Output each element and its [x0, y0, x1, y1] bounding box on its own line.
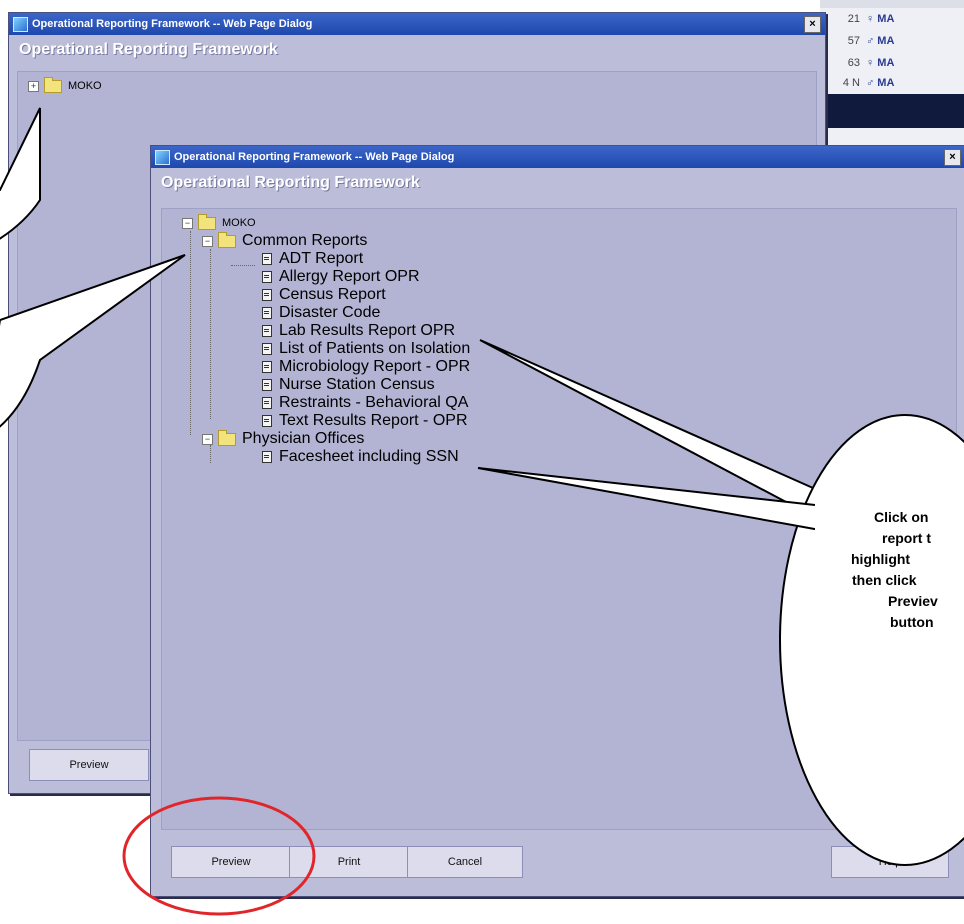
callout-bubble-left-top: [0, 107, 41, 240]
callout-bubble-left: [0, 254, 186, 428]
callout-line: Click on: [874, 509, 929, 525]
callout-line: highlight: [851, 551, 911, 567]
annotation-overlay: [0, 107, 964, 916]
callout-line: then click: [852, 572, 917, 588]
callout-line: report t: [882, 530, 931, 546]
highlight-circle: [122, 796, 316, 916]
callout-line: Previev: [888, 593, 938, 609]
callout-line: button: [890, 614, 934, 630]
callout-text: Click on report t highlight then click P…: [830, 507, 964, 633]
callout-bubble-right: [779, 414, 964, 866]
